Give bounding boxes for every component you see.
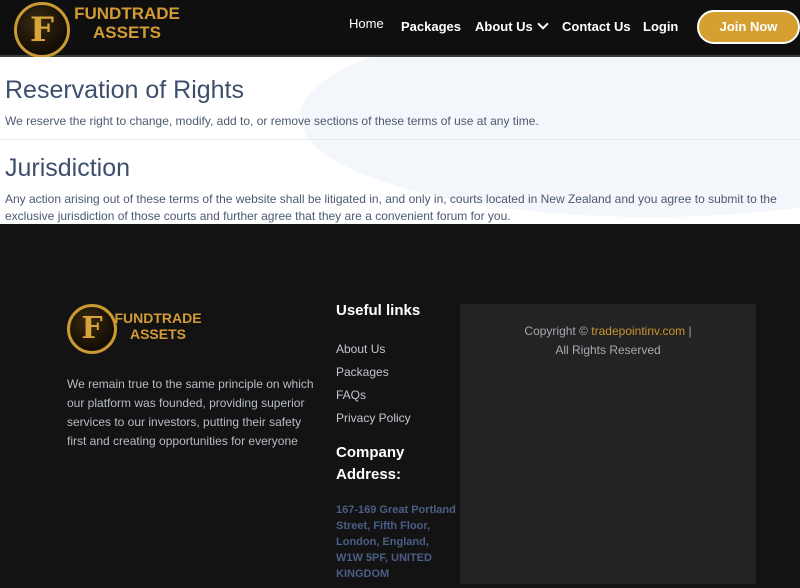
- footer-link-faqs[interactable]: FAQs: [336, 388, 366, 402]
- logo-wordmark: FUNDTRADE ASSETS: [72, 4, 182, 42]
- nav-packages[interactable]: Packages: [401, 19, 461, 34]
- nav-about-us-label: About Us: [475, 19, 533, 34]
- footer-logo[interactable]: F FUNDTRADE ASSETS: [67, 304, 207, 356]
- footer-logo-emblem: F: [67, 304, 117, 354]
- footer-logo-letter: F: [81, 311, 103, 346]
- footer-link-about-us[interactable]: About Us: [336, 342, 385, 356]
- logo-line-2: ASSETS: [92, 23, 162, 42]
- site-footer: F FUNDTRADE ASSETS We remain true to the…: [0, 224, 800, 588]
- copyright-site-link[interactable]: tradepointinv.com: [591, 324, 685, 338]
- logo-emblem: F: [14, 2, 70, 58]
- section-title-reservation: Reservation of Rights: [5, 76, 245, 104]
- section-text-reservation: We reserve the right to change, modify, …: [5, 114, 539, 128]
- site-header: F FUNDTRADE ASSETS Home Packages About U…: [0, 0, 800, 58]
- nav-about-us[interactable]: About Us: [475, 18, 549, 34]
- company-heading-line-1: Company: [336, 444, 405, 461]
- footer-description: We remain true to the same principle on …: [67, 377, 314, 448]
- terms-content: Reservation of Rights We reserve the rig…: [0, 57, 800, 224]
- useful-links-heading: Useful links: [336, 302, 421, 319]
- footer-logo-line-1: FUNDTRADE: [114, 310, 202, 326]
- section-divider: [0, 139, 800, 140]
- copyright-suffix: All Rights Reserved: [555, 343, 661, 357]
- chevron-down-icon: [537, 18, 549, 30]
- copyright-panel: Copyright © tradepointinv.com | All Righ…: [460, 304, 756, 584]
- footer-logo-wordmark: FUNDTRADE ASSETS: [113, 310, 203, 342]
- nav-login[interactable]: Login: [643, 19, 678, 34]
- logo-letter: F: [29, 10, 55, 50]
- section-title-jurisdiction: Jurisdiction: [5, 154, 131, 182]
- copyright-text: Copyright © tradepointinv.com | All Righ…: [460, 322, 756, 360]
- nav-home[interactable]: Home: [349, 16, 384, 31]
- nav-contact-us[interactable]: Contact Us: [562, 19, 631, 34]
- section-text-jurisdiction: Any action arising out of these terms of…: [5, 192, 777, 223]
- footer-link-packages[interactable]: Packages: [336, 365, 389, 379]
- site-logo[interactable]: F FUNDTRADE ASSETS: [12, 0, 182, 58]
- join-now-button[interactable]: Join Now: [697, 10, 800, 44]
- footer-link-privacy-policy[interactable]: Privacy Policy: [336, 411, 411, 425]
- copyright-prefix: Copyright ©: [524, 324, 588, 338]
- company-address: 167-169 Great Portland Street, Fifth Flo…: [336, 504, 456, 580]
- footer-logo-line-2: ASSETS: [129, 326, 186, 342]
- copyright-separator: |: [688, 324, 692, 338]
- company-address-heading: Company Address:: [336, 442, 404, 486]
- logo-line-1: FUNDTRADE: [74, 4, 180, 23]
- company-heading-line-2: Address:: [336, 466, 402, 483]
